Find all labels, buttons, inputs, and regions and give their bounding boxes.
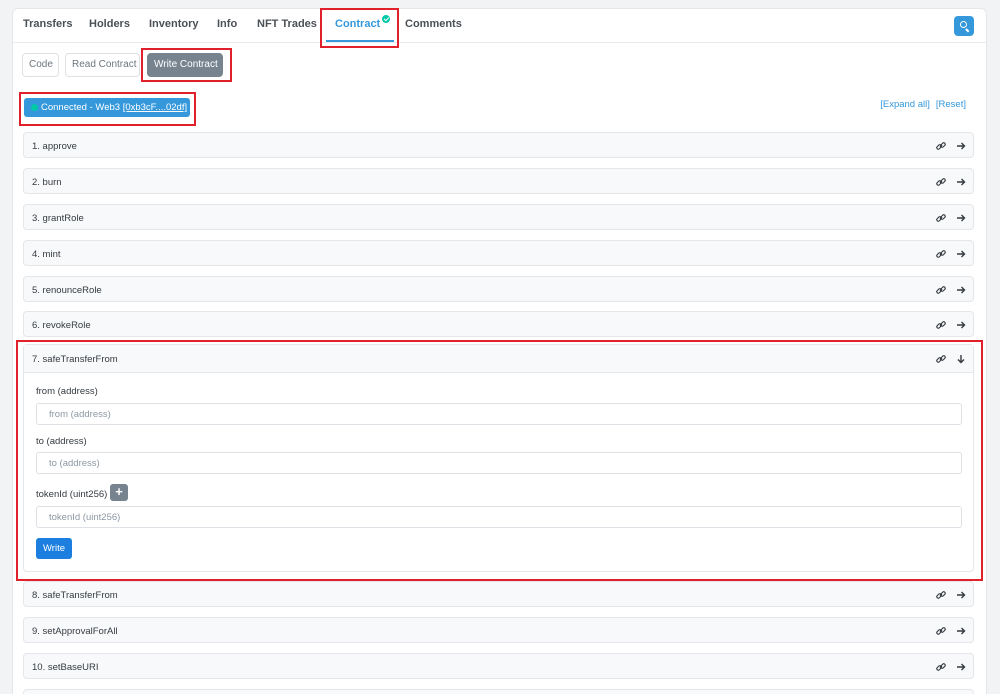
arrow-right-icon[interactable] — [955, 212, 967, 224]
wallet-address-link[interactable]: [0xb3cF....02df] — [123, 102, 187, 113]
web3-connection-button[interactable]: Connected - Web3 [0xb3cF....02df] — [24, 98, 190, 117]
function-label: 8. safeTransferFrom — [32, 590, 118, 601]
function-label: 5. renounceRole — [32, 285, 102, 296]
link-icon[interactable] — [935, 140, 947, 152]
function-label: 1. approve — [32, 141, 77, 152]
link-icon[interactable] — [935, 284, 947, 296]
function-label: 7. safeTransferFrom — [32, 354, 118, 365]
tab-transfers[interactable]: Transfers — [23, 18, 73, 30]
search-icon-handle — [965, 28, 970, 33]
arrow-right-icon[interactable] — [955, 319, 967, 331]
search-button[interactable] — [954, 16, 974, 36]
arrow-right-icon[interactable] — [955, 140, 967, 152]
link-icon[interactable] — [935, 176, 947, 188]
arrow-right-icon[interactable] — [955, 176, 967, 188]
verified-check-icon — [382, 15, 391, 23]
function-label: 9. setApprovalForAll — [32, 626, 118, 637]
read-contract-button[interactable]: Read Contract — [65, 53, 140, 77]
connection-status: Connected - Web3 — [41, 102, 121, 113]
add-token-id-button[interactable]: + — [110, 484, 128, 501]
function-row-mint[interactable]: 4. mint — [23, 240, 974, 266]
code-button[interactable]: Code — [22, 53, 59, 77]
link-icon[interactable] — [935, 353, 947, 365]
from-address-label: from (address) — [36, 386, 98, 397]
tab-holders[interactable]: Holders — [89, 18, 130, 30]
token-id-input[interactable] — [36, 506, 962, 528]
function-label: 6. revokeRole — [32, 320, 91, 331]
token-id-label: tokenId (uint256) — [36, 489, 108, 500]
tab-bar: Transfers Holders Inventory Info NFT Tra… — [13, 9, 986, 43]
expand-all-link[interactable]: [Expand all] — [880, 99, 930, 110]
function-row-safetransferfrom-2[interactable]: 8. safeTransferFrom — [23, 581, 974, 607]
active-tab-underline — [326, 40, 394, 42]
link-icon[interactable] — [935, 319, 947, 331]
function-label: 3. grantRole — [32, 213, 84, 224]
function-row-renouncerole[interactable]: 5. renounceRole — [23, 276, 974, 302]
link-icon[interactable] — [935, 589, 947, 601]
reset-link[interactable]: [Reset] — [936, 99, 966, 110]
write-button[interactable]: Write — [36, 538, 72, 559]
tab-info[interactable]: Info — [217, 18, 237, 30]
function-row-partial[interactable] — [23, 689, 974, 694]
arrow-right-icon[interactable] — [955, 589, 967, 601]
tab-contract-label: Contract — [335, 18, 381, 30]
arrow-right-icon[interactable] — [955, 625, 967, 637]
arrow-down-icon[interactable] — [955, 353, 967, 365]
function-label: 2. burn — [32, 177, 62, 188]
arrow-right-icon[interactable] — [955, 248, 967, 260]
tab-nft-trades[interactable]: NFT Trades — [257, 18, 317, 30]
to-address-input[interactable] — [36, 452, 962, 474]
function-row-setapprovalforall[interactable]: 9. setApprovalForAll — [23, 617, 974, 643]
link-icon[interactable] — [935, 625, 947, 637]
link-icon[interactable] — [935, 248, 947, 260]
arrow-right-icon[interactable] — [955, 661, 967, 673]
write-contract-button[interactable]: Write Contract — [147, 53, 223, 77]
function-row-approve[interactable]: 1. approve — [23, 132, 974, 158]
tab-comments[interactable]: Comments — [405, 18, 462, 30]
function-label: 10. setBaseURI — [32, 662, 99, 673]
function-row-safetransferfrom[interactable]: 7. safeTransferFrom — [24, 345, 973, 373]
accordion-controls: [Expand all] [Reset] — [874, 99, 966, 110]
from-address-input[interactable] — [36, 403, 962, 425]
tab-inventory[interactable]: Inventory — [149, 18, 199, 30]
arrow-right-icon[interactable] — [955, 284, 967, 296]
function-label: 4. mint — [32, 249, 61, 260]
to-address-label: to (address) — [36, 436, 87, 447]
tab-contract[interactable]: Contract — [335, 15, 391, 30]
function-row-setbaseuri[interactable]: 10. setBaseURI — [23, 653, 974, 679]
connected-status-dot — [31, 104, 38, 111]
function-row-grantrole[interactable]: 3. grantRole — [23, 204, 974, 230]
link-icon[interactable] — [935, 661, 947, 673]
contract-card: Transfers Holders Inventory Info NFT Tra… — [12, 8, 987, 694]
function-panel-safetransferfrom: 7. safeTransferFrom from (address) to (a… — [23, 344, 974, 572]
function-row-revokerole[interactable]: 6. revokeRole — [23, 311, 974, 337]
link-icon[interactable] — [935, 212, 947, 224]
function-row-burn[interactable]: 2. burn — [23, 168, 974, 194]
